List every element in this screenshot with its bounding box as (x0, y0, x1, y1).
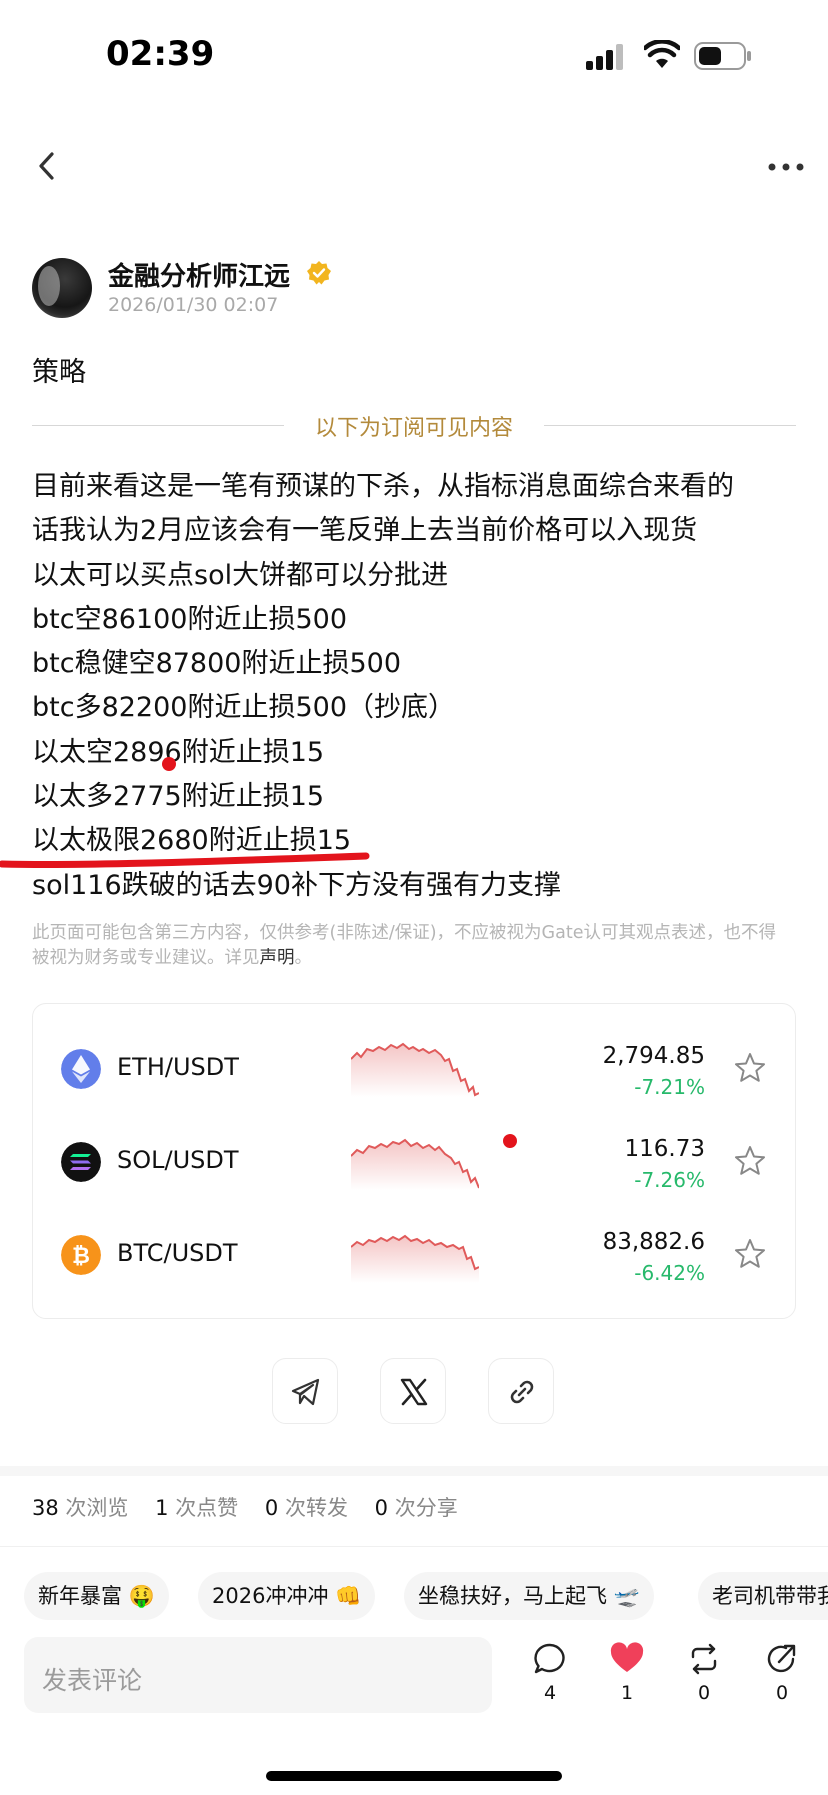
repost-count: 0 (697, 1682, 711, 1704)
pair-name: SOL/USDT (117, 1146, 239, 1174)
back-arrow-icon[interactable] (30, 148, 66, 184)
author-header: 金融分析师江远 2026/01/30 02:07 (32, 258, 792, 320)
post-title: 策略 (32, 357, 86, 388)
repost-icon (691, 1643, 717, 1675)
section-divider (0, 1546, 828, 1547)
comment-icon (534, 1643, 565, 1674)
wifi-icon (644, 40, 680, 68)
pair-name: ETH/USDT (117, 1053, 239, 1081)
share-count-stat: 0 (374, 1496, 389, 1520)
star-icon[interactable] (733, 1144, 767, 1178)
content-line: 目前来看这是一笔有预谋的下杀，从指标消息面综合来看的 (32, 471, 734, 502)
comment-count: 4 (543, 1682, 557, 1704)
price-change: -7.26% (634, 1168, 705, 1192)
annotation-underline (0, 852, 370, 869)
content-line: btc空86100附近止损500 (32, 603, 347, 635)
heart-icon (610, 1642, 644, 1672)
market-card: ETH/USDT 2,794.85 -7.21% SOL/USDT 116.73… (32, 1003, 796, 1319)
price: 83,882.6 (602, 1229, 705, 1255)
author-name[interactable]: 金融分析师江远 (108, 256, 290, 293)
avatar[interactable] (32, 258, 92, 318)
btc-icon: ₿ (61, 1235, 101, 1275)
like-button[interactable]: 1 (605, 1642, 649, 1704)
battery-icon (694, 42, 751, 70)
repost-label: 次转发 (284, 1496, 348, 1520)
repost-count-stat: 0 (264, 1496, 279, 1520)
tag-chip[interactable]: 新年暴富 🤑 (24, 1572, 169, 1620)
share-telegram-button[interactable] (272, 1358, 338, 1424)
sparkline (351, 1138, 479, 1190)
link-icon (510, 1380, 534, 1404)
home-indicator (266, 1771, 562, 1781)
view-count: 38 (32, 1496, 59, 1520)
post-stats: 38 次浏览 1 次点赞 0 次转发 0 次分享 (32, 1492, 458, 1522)
price-change: -6.42% (634, 1261, 705, 1285)
more-options-icon[interactable] (766, 155, 806, 179)
content-line: 以太多2775附近止损15 (32, 781, 325, 813)
share-label: 次分享 (394, 1496, 458, 1520)
status-bar: 02:39 (0, 0, 828, 110)
content-line: btc稳健空87800附近止损500 (32, 648, 401, 680)
bottom-action-bar: 发表评论 4 1 0 0 (0, 1632, 828, 1732)
annotation-dot (503, 1134, 517, 1148)
cellular-signal-icon (586, 44, 626, 70)
disclaimer-link[interactable]: 声明 (260, 948, 295, 968)
market-row-sol[interactable]: SOL/USDT 116.73 -7.26% (33, 1122, 797, 1202)
market-row-btc[interactable]: ₿ BTC/USDT 83,882.6 -6.42% (33, 1215, 797, 1295)
disclaimer-text: 此页面可能包含第三方内容，仅供参考(非陈述/保证)，不应被视为Gate认可其观点… (32, 923, 776, 968)
disclaimer-end: 。 (294, 948, 313, 968)
section-divider (0, 1466, 828, 1476)
content-line: 以太可以买点sol大饼都可以分批进 (32, 559, 449, 591)
content-line: 以太空2896附近止损15 (32, 736, 325, 768)
content-line: 话我认为2月应该会有一笔反弹上去当前价格可以入现货 (32, 515, 698, 547)
share-count: 0 (775, 1682, 789, 1704)
like-label: 次点赞 (175, 1496, 239, 1520)
pair-name: BTC/USDT (117, 1239, 238, 1267)
sparkline (351, 1234, 479, 1283)
x-icon (400, 1378, 428, 1406)
verified-badge-icon (307, 261, 331, 285)
tag-chip[interactable]: 2026冲冲冲 👊 (198, 1572, 376, 1620)
post-content: 目前来看这是一笔有预谋的下杀，从指标消息面综合来看的 话我认为2月应该会有一笔反… (32, 465, 802, 908)
price-change: -7.21% (634, 1075, 705, 1099)
market-row-eth[interactable]: ETH/USDT 2,794.85 -7.21% (33, 1029, 797, 1109)
tag-chip[interactable]: 老司机带带我 (698, 1572, 828, 1620)
like-count: 1 (620, 1682, 634, 1704)
comment-input[interactable]: 发表评论 (24, 1637, 492, 1713)
share-link-button[interactable] (488, 1358, 554, 1424)
annotation-dot (162, 757, 176, 771)
content-line: btc多82200附近止损500（抄底） (32, 692, 455, 724)
repost-button[interactable]: 0 (682, 1642, 726, 1704)
price: 116.73 (624, 1136, 705, 1162)
like-count-stat: 1 (155, 1496, 169, 1520)
share-x-button[interactable] (380, 1358, 446, 1424)
tag-chip[interactable]: 坐稳扶好，马上起飞 🛫 (404, 1572, 654, 1620)
eth-icon (61, 1049, 101, 1089)
disclaimer: 此页面可能包含第三方内容，仅供参考(非陈述/保证)，不应被视为Gate认可其观点… (32, 921, 792, 971)
comment-button[interactable]: 4 (528, 1642, 572, 1704)
star-icon[interactable] (733, 1237, 767, 1271)
post-timestamp: 2026/01/30 02:07 (108, 294, 279, 316)
share-button[interactable]: 0 (760, 1642, 804, 1704)
star-icon[interactable] (733, 1051, 767, 1085)
subscriber-divider-label: 以下为订阅可见内容 (314, 416, 513, 441)
price: 2,794.85 (602, 1043, 705, 1069)
subscriber-divider: 以下为订阅可见内容 (32, 408, 796, 444)
svg-text:₿: ₿ (72, 1244, 90, 1269)
share-icon (767, 1644, 796, 1673)
view-label: 次浏览 (65, 1496, 129, 1520)
status-time: 02:39 (106, 34, 215, 74)
telegram-icon (291, 1378, 320, 1406)
sparkline (351, 1042, 479, 1097)
sol-icon (61, 1142, 101, 1182)
